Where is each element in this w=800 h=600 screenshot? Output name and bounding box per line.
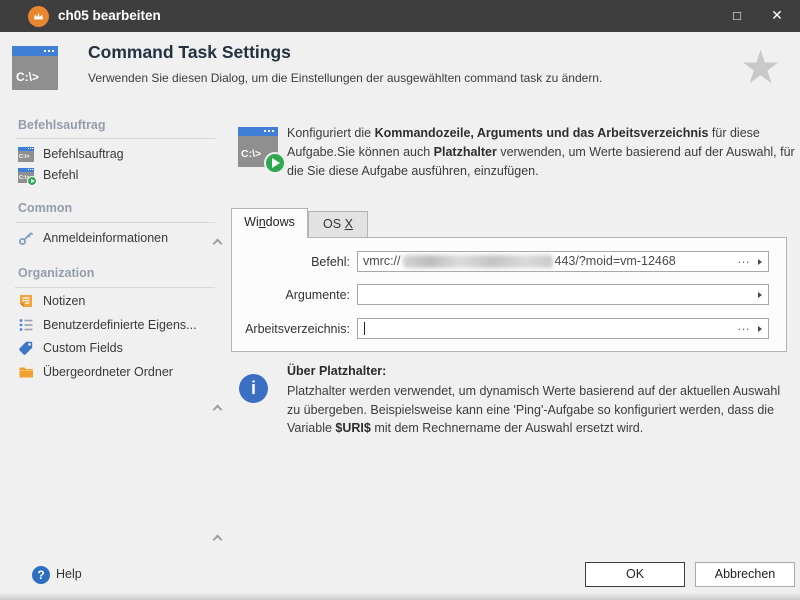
help-icon[interactable]: ? <box>32 566 50 584</box>
command-run-icon: C:\> <box>238 127 278 167</box>
sidebar-item-label: Befehl <box>43 168 78 182</box>
favorite-star-icon[interactable]: ★ <box>740 44 781 90</box>
sidebar-section-common[interactable]: Common <box>18 201 208 215</box>
play-badge-icon <box>264 152 286 174</box>
section-title: Organization <box>18 266 94 280</box>
tab-os-x[interactable]: OS X <box>308 211 368 237</box>
browse-ellipsis-button[interactable]: … <box>737 318 749 335</box>
befehl-value-prefix: vmrc:// <box>363 254 401 268</box>
befehl-input[interactable]: vmrc:// 443/?moid=vm-12468 … <box>357 251 769 272</box>
sidebar-item-label: Anmeldeinformationen <box>43 231 168 245</box>
sidebar-item-label: Benutzerdefinierte Eigens... <box>43 318 197 332</box>
befehl-value-suffix: 443/?moid=vm-12468 <box>555 254 676 268</box>
sidebar-item-befehlsauftrag[interactable]: C:\> Befehlsauftrag <box>18 144 124 164</box>
text-caret <box>364 322 365 335</box>
sidebar-item-benutzerdefinierte-eigenschaften[interactable]: Benutzerdefinierte Eigens... <box>18 315 197 335</box>
flyout-arrow-icon[interactable] <box>758 292 762 298</box>
window-title: ch05 bearbeiten <box>58 0 161 32</box>
sidebar-item-uebergeordneter-ordner[interactable]: Übergeordneter Ordner <box>18 362 173 382</box>
terminal-run-icon: C:\> <box>18 168 34 183</box>
terminal-prompt-text: C:\> <box>16 70 39 84</box>
page-subtitle: Verwenden Sie diesen Dialog, um die Eins… <box>88 71 602 85</box>
divider <box>15 138 215 139</box>
befehl-label: Befehl: <box>236 252 350 272</box>
sidebar-section-befehlsauftrag[interactable]: Befehlsauftrag <box>18 118 208 132</box>
info-icon: i <box>239 374 268 403</box>
info-heading: Über Platzhalter: <box>287 364 386 378</box>
cancel-button[interactable]: Abbrechen <box>695 562 795 587</box>
sidebar-item-label: Befehlsauftrag <box>43 147 124 161</box>
info-text: Platzhalter werden verwendet, um dynamis… <box>287 382 792 438</box>
intro-description: Konfiguriert die Kommandozeile, Argument… <box>287 124 797 181</box>
divider <box>15 222 215 223</box>
arbeitsverzeichnis-label: Arbeitsverzeichnis: <box>236 319 350 339</box>
argumente-label: Argumente: <box>236 285 350 305</box>
flyout-arrow-icon[interactable] <box>758 326 762 332</box>
divider <box>15 287 215 288</box>
terminal-titlebar <box>12 46 58 56</box>
redacted-value <box>403 255 553 268</box>
sidebar-item-befehl[interactable]: C:\> Befehl <box>18 165 78 185</box>
section-title: Common <box>18 201 72 215</box>
crown-glyph <box>32 10 45 23</box>
flyout-arrow-icon[interactable] <box>758 259 762 265</box>
sidebar-item-label: Notizen <box>43 294 85 308</box>
folder-icon <box>18 364 34 380</box>
arbeitsverzeichnis-input[interactable]: … <box>357 318 769 339</box>
title-bar: ch05 bearbeiten □ ✕ <box>0 0 800 32</box>
help-link[interactable]: Help <box>56 567 82 581</box>
section-title: Befehlsauftrag <box>18 118 106 132</box>
sidebar-item-label: Übergeordneter Ordner <box>43 365 173 379</box>
sidebar-item-anmeldeinformationen[interactable]: Anmeldeinformationen <box>18 228 168 248</box>
chevron-up-icon <box>213 405 223 415</box>
chevron-up-icon <box>213 239 223 249</box>
sidebar-item-custom-fields[interactable]: Custom Fields <box>18 338 123 358</box>
chevron-up-icon <box>213 535 223 545</box>
page-title: Command Task Settings <box>88 42 291 63</box>
list-icon <box>18 317 34 333</box>
note-icon <box>18 293 34 309</box>
maximize-button[interactable]: □ <box>718 0 756 32</box>
sidebar-item-label: Custom Fields <box>43 341 123 355</box>
sidebar-item-notizen[interactable]: Notizen <box>18 291 85 311</box>
browse-ellipsis-button[interactable]: … <box>737 251 749 268</box>
close-button[interactable]: ✕ <box>758 0 796 32</box>
window-bottom-edge <box>0 593 800 600</box>
command-prompt-icon: C:\> <box>12 46 58 90</box>
sidebar-section-organization[interactable]: Organization <box>18 266 208 280</box>
app-icon <box>28 6 49 27</box>
terminal-window-icon: C:\> <box>18 147 34 162</box>
play-badge-icon <box>27 176 37 186</box>
ok-button[interactable]: OK <box>585 562 685 587</box>
tab-windows[interactable]: Windows <box>231 208 308 238</box>
argumente-input[interactable] <box>357 284 769 305</box>
tag-icon <box>18 340 34 356</box>
key-icon <box>18 230 34 246</box>
